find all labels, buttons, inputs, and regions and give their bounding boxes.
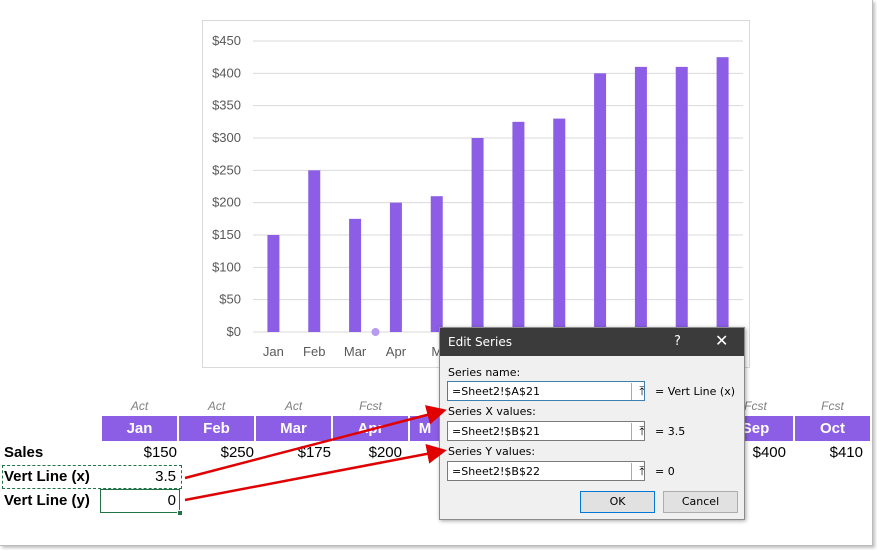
help-icon[interactable]: ?: [674, 334, 681, 349]
bar-jun[interactable]: [471, 138, 484, 332]
series-name-value: =Sheet2!$A$21: [452, 385, 540, 398]
sales-cell[interactable]: $175: [259, 444, 331, 461]
vert-line-y-value[interactable]: 0: [104, 492, 176, 509]
vert-line-x-value[interactable]: 3.5: [104, 468, 176, 485]
month-header-apr[interactable]: Apr: [333, 416, 408, 441]
edit-series-dialog: Edit Series ? ✕ Series name: =Sheet2!$A$…: [439, 327, 745, 520]
series-y-label: Series Y values:: [448, 445, 536, 458]
y-tick-label: $50: [219, 292, 241, 307]
column-chart[interactable]: $0 $50 $100 $150 $200 $250 $300 $350 $400 $450 Jan…: [202, 20, 750, 368]
series-x-input[interactable]: =Sheet2!$B$21 ⤒: [447, 421, 645, 441]
vert-line-marker[interactable]: [371, 328, 380, 336]
sales-cell[interactable]: $410: [791, 444, 863, 461]
x-tick-label: Jan: [263, 344, 284, 359]
actual-tag: Act: [130, 399, 149, 413]
dialog-title: Edit Series: [448, 335, 512, 349]
bar-may[interactable]: [430, 196, 443, 332]
y-tick-label: $350: [212, 98, 241, 113]
x-tick-label: Mar: [344, 344, 367, 359]
actual-tag: Act: [284, 399, 303, 413]
collapse-dialog-icon[interactable]: ⤒: [631, 463, 644, 480]
series-y-input[interactable]: =Sheet2!$B$22 ⤒: [447, 461, 645, 481]
series-name-result: = Vert Line (x): [655, 385, 735, 398]
fill-handle[interactable]: [177, 510, 183, 516]
y-tick-label: $150: [212, 227, 241, 242]
series-name-label: Series name:: [448, 366, 521, 379]
worksheet-area: $0 $50 $100 $150 $200 $250 $300 $350 $400 $450 Jan…: [0, 0, 873, 546]
bar-oct[interactable]: [634, 66, 647, 332]
x-tick-label: Apr: [386, 344, 407, 359]
dialog-titlebar[interactable]: Edit Series ? ✕: [440, 328, 744, 356]
collapse-dialog-icon[interactable]: ⤒: [631, 383, 644, 400]
chart-plot: $0 $50 $100 $150 $200 $250 $300 $350 $400 $450 Jan…: [212, 33, 743, 359]
bar-dec[interactable]: [716, 57, 729, 333]
vert-line-x-label[interactable]: Vert Line (x): [4, 468, 90, 485]
actual-tag: Act: [207, 399, 226, 413]
y-tick-label: $400: [212, 65, 241, 80]
ok-button[interactable]: OK: [580, 491, 655, 513]
y-tick-label: $250: [212, 162, 241, 177]
bar-mar[interactable]: [349, 218, 362, 332]
collapse-dialog-icon[interactable]: ⤒: [631, 423, 644, 440]
y-tick-label: $100: [212, 259, 241, 274]
series-name-input[interactable]: =Sheet2!$A$21 ⤒: [447, 381, 645, 401]
x-tick-label: Feb: [303, 344, 325, 359]
sales-cell[interactable]: $200: [330, 444, 402, 461]
close-icon[interactable]: ✕: [715, 331, 728, 350]
cancel-button[interactable]: Cancel: [663, 491, 738, 513]
y-tick-label: $450: [212, 33, 241, 48]
vert-line-y-label[interactable]: Vert Line (y): [4, 492, 90, 509]
forecast-tag: Fcst: [821, 399, 844, 413]
series-y-result: = 0: [655, 465, 675, 478]
forecast-tag: Fcst: [359, 399, 382, 413]
sales-label[interactable]: Sales: [4, 444, 43, 461]
bar-nov[interactable]: [675, 66, 688, 332]
bar-jan[interactable]: [267, 235, 280, 332]
y-tick-label: $200: [212, 195, 241, 210]
series-x-result: = 3.5: [655, 425, 686, 438]
bar-sep[interactable]: [594, 73, 607, 333]
month-header-jan[interactable]: Jan: [102, 416, 177, 441]
month-header-feb[interactable]: Feb: [179, 416, 254, 441]
bar-apr[interactable]: [389, 202, 402, 332]
month-header-may[interactable]: M: [410, 416, 440, 441]
bar-aug[interactable]: [553, 118, 566, 332]
y-tick-label: $0: [227, 324, 241, 339]
sales-cell[interactable]: $150: [105, 444, 177, 461]
series-x-label: Series X values:: [448, 405, 536, 418]
month-header-mar[interactable]: Mar: [256, 416, 331, 441]
bar-jul[interactable]: [512, 121, 525, 332]
month-header-oct[interactable]: Oct: [795, 416, 870, 441]
sales-cell[interactable]: $250: [182, 444, 254, 461]
series-y-value: =Sheet2!$B$22: [452, 465, 540, 478]
bar-feb[interactable]: [308, 170, 321, 332]
y-tick-label: $300: [212, 130, 241, 145]
series-x-value: =Sheet2!$B$21: [452, 425, 540, 438]
